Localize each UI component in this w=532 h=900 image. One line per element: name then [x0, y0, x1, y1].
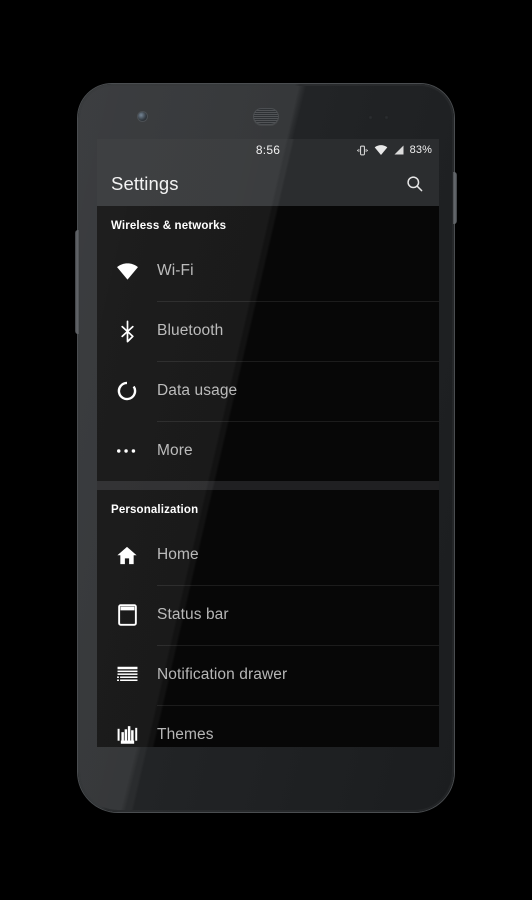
list-item-label: More	[157, 442, 193, 459]
more-dots-icon	[97, 447, 157, 455]
search-icon	[405, 174, 424, 193]
status-bar-icon	[97, 604, 157, 626]
proximity-sensor-dots-icon	[368, 115, 400, 121]
power-button[interactable]	[453, 172, 457, 224]
settings-app: 8:56 83% Settings Wireless & networks Wi…	[97, 139, 439, 747]
list-item-label: Data usage	[157, 382, 238, 399]
list-item-label: Notification drawer	[157, 666, 288, 683]
section-wireless-networks: Wireless & networks Wi-Fi Bluetooth Data…	[97, 206, 439, 481]
wifi-signal-icon	[374, 144, 388, 156]
status-bar: 8:56 83%	[97, 139, 439, 161]
status-bar-icons: 83%	[356, 144, 432, 157]
front-camera-icon	[138, 112, 147, 121]
cell-signal-icon	[393, 144, 405, 156]
list-item-label: Home	[157, 546, 199, 563]
earpiece-speaker-icon	[253, 108, 279, 125]
bluetooth-icon	[97, 319, 157, 343]
settings-list[interactable]: Wireless & networks Wi-Fi Bluetooth Data…	[97, 206, 439, 747]
data-usage-icon	[97, 380, 157, 402]
section-header: Personalization	[111, 504, 199, 516]
list-item-wifi[interactable]: Wi-Fi	[97, 241, 439, 301]
vibrate-icon	[356, 144, 369, 157]
list-item-label: Bluetooth	[157, 322, 224, 339]
list-item-data-usage[interactable]: Data usage	[97, 361, 439, 421]
action-bar: Settings	[97, 161, 439, 206]
volume-rocker[interactable]	[75, 230, 79, 334]
wifi-icon	[97, 262, 157, 281]
list-item-label: Themes	[157, 726, 214, 743]
list-item-label: Wi-Fi	[157, 262, 194, 279]
page-title: Settings	[111, 172, 179, 194]
list-item-bluetooth[interactable]: Bluetooth	[97, 301, 439, 361]
search-button[interactable]	[401, 171, 427, 197]
list-item-themes[interactable]: Themes	[97, 705, 439, 747]
screenshot-canvas: 8:56 83% Settings Wireless & networks Wi…	[0, 0, 532, 900]
list-item-notification-drawer[interactable]: Notification drawer	[97, 645, 439, 705]
phone-device: 8:56 83% Settings Wireless & networks Wi…	[75, 84, 457, 812]
battery-percent-label: 83%	[409, 144, 432, 156]
themes-icon	[97, 725, 157, 745]
home-icon	[97, 545, 157, 566]
section-header: Wireless & networks	[111, 220, 227, 232]
list-item-home[interactable]: Home	[97, 525, 439, 585]
list-item-more[interactable]: More	[97, 421, 439, 481]
list-item-label: Status bar	[157, 606, 229, 623]
list-item-status-bar[interactable]: Status bar	[97, 585, 439, 645]
section-personalization: Personalization Home Status bar Notifica…	[97, 490, 439, 747]
notification-drawer-icon	[97, 666, 157, 685]
phone-bezel: 8:56 83% Settings Wireless & networks Wi…	[80, 86, 452, 810]
phone-screen: 8:56 83% Settings Wireless & networks Wi…	[97, 139, 439, 747]
section-divider	[97, 481, 439, 490]
